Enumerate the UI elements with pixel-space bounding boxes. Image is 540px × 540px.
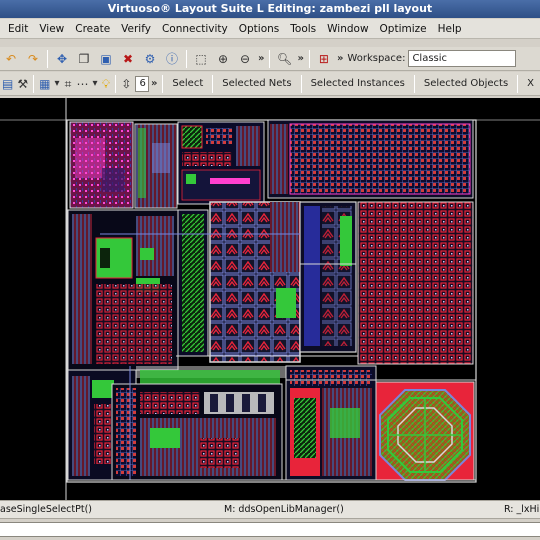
toolbar-separator	[33, 74, 35, 93]
status-middle: M: ddsOpenLibManager()	[224, 504, 344, 515]
layer-icon[interactable]: ▤	[2, 75, 13, 93]
status-bar: aseSingleSelectPt() M: ddsOpenLibManager…	[0, 500, 540, 518]
toolbar-overflow-icon[interactable]: »	[256, 53, 266, 64]
menu-window[interactable]: Window	[321, 23, 373, 35]
toolbar-overflow-icon[interactable]: »	[335, 53, 345, 64]
menu-help[interactable]: Help	[432, 23, 467, 35]
toolbar-separator	[162, 74, 164, 93]
selected-nets-button[interactable]: Selected Nets	[216, 78, 297, 89]
dropdown-icon[interactable]: ▾	[90, 78, 99, 89]
zoom-fit-icon[interactable]: ⬚	[192, 50, 210, 68]
zoom-in-icon[interactable]: ⊕	[214, 50, 232, 68]
layout-canvas[interactable]	[0, 98, 540, 500]
workspace-select[interactable]: Classic	[408, 50, 517, 67]
toolbar-overflow-icon[interactable]: »	[295, 53, 305, 64]
dropdown-icon[interactable]: ▾	[52, 78, 61, 89]
toolbar-separator	[212, 74, 214, 93]
command-area	[0, 518, 540, 540]
toolbar-overflow-icon[interactable]: »	[149, 78, 159, 89]
copy-icon[interactable]: ❐	[75, 50, 93, 68]
toolbar-separator	[308, 49, 310, 68]
menu-optimize[interactable]: Optimize	[374, 23, 432, 35]
stretch-icon[interactable]: ▣	[97, 50, 115, 68]
stop-level-input[interactable]: 6	[135, 75, 149, 92]
secondary-toolbar: ▤ ⚒ ▦ ▾ ⌗ ⋯ ▾ 💡︎ ⇳ 6 » Select Selected N…	[0, 72, 540, 96]
toolbar-separator	[115, 74, 117, 93]
delete-icon[interactable]: ✖	[119, 50, 137, 68]
window-title: Virtuoso® Layout Suite L Editing: zambez…	[0, 0, 540, 18]
status-right: R: _lxHiM	[504, 504, 540, 515]
toolbar-separator	[413, 74, 415, 93]
menu-connectivity[interactable]: Connectivity	[156, 23, 233, 35]
main-toolbar: ↶ ↷ ✥ ❐ ▣ ✖ ⚙ ⓘ ⬚ ⊕ ⊖ » 🔍︎ » ⊞ » Workspa…	[0, 47, 540, 71]
snap-icon[interactable]: ⋯	[76, 75, 88, 93]
layout-drawing	[0, 98, 540, 500]
close-toolbar-button[interactable]: X	[521, 78, 540, 89]
undo-icon[interactable]: ↶	[2, 50, 20, 68]
move-icon[interactable]: ✥	[53, 50, 71, 68]
stop-level-icon[interactable]: ⇳	[121, 75, 131, 93]
properties-icon[interactable]: ⚙	[141, 50, 159, 68]
menu-create[interactable]: Create	[69, 23, 115, 35]
menu-bar: Edit View Create Verify Connectivity Options T…	[0, 19, 540, 39]
ruler-icon[interactable]: ⚒	[17, 75, 28, 93]
select-button[interactable]: Select	[166, 78, 209, 89]
workspace-label: Workspace:	[347, 53, 406, 64]
hierarchy-icon[interactable]: ⊞	[315, 50, 333, 68]
selected-objects-button[interactable]: Selected Objects	[418, 78, 514, 89]
search-icon[interactable]: 🔍︎	[275, 50, 293, 68]
info-icon[interactable]: ⓘ	[163, 50, 181, 68]
menu-edit[interactable]: Edit	[0, 23, 33, 35]
menu-options[interactable]: Options	[233, 23, 285, 35]
toolbar-separator	[300, 74, 302, 93]
net-icon[interactable]: ▦	[39, 75, 50, 93]
toolbar-separator	[186, 49, 187, 68]
command-input[interactable]	[0, 522, 540, 537]
grid-icon[interactable]: ⌗	[63, 75, 72, 93]
bulb-icon[interactable]: 💡︎	[101, 75, 110, 93]
toolbar-separator	[517, 74, 519, 93]
virtuoso-window: Virtuoso® Layout Suite L Editing: zambez…	[0, 0, 540, 540]
selected-instances-button[interactable]: Selected Instances	[305, 78, 411, 89]
toolbar-separator	[47, 49, 48, 68]
menu-verify[interactable]: Verify	[115, 23, 156, 35]
menu-tools[interactable]: Tools	[284, 23, 321, 35]
toolbar-separator	[269, 49, 271, 68]
zoom-out-icon[interactable]: ⊖	[236, 50, 254, 68]
menu-view[interactable]: View	[33, 23, 69, 35]
status-left: aseSingleSelectPt()	[0, 504, 92, 515]
redo-icon[interactable]: ↷	[24, 50, 42, 68]
